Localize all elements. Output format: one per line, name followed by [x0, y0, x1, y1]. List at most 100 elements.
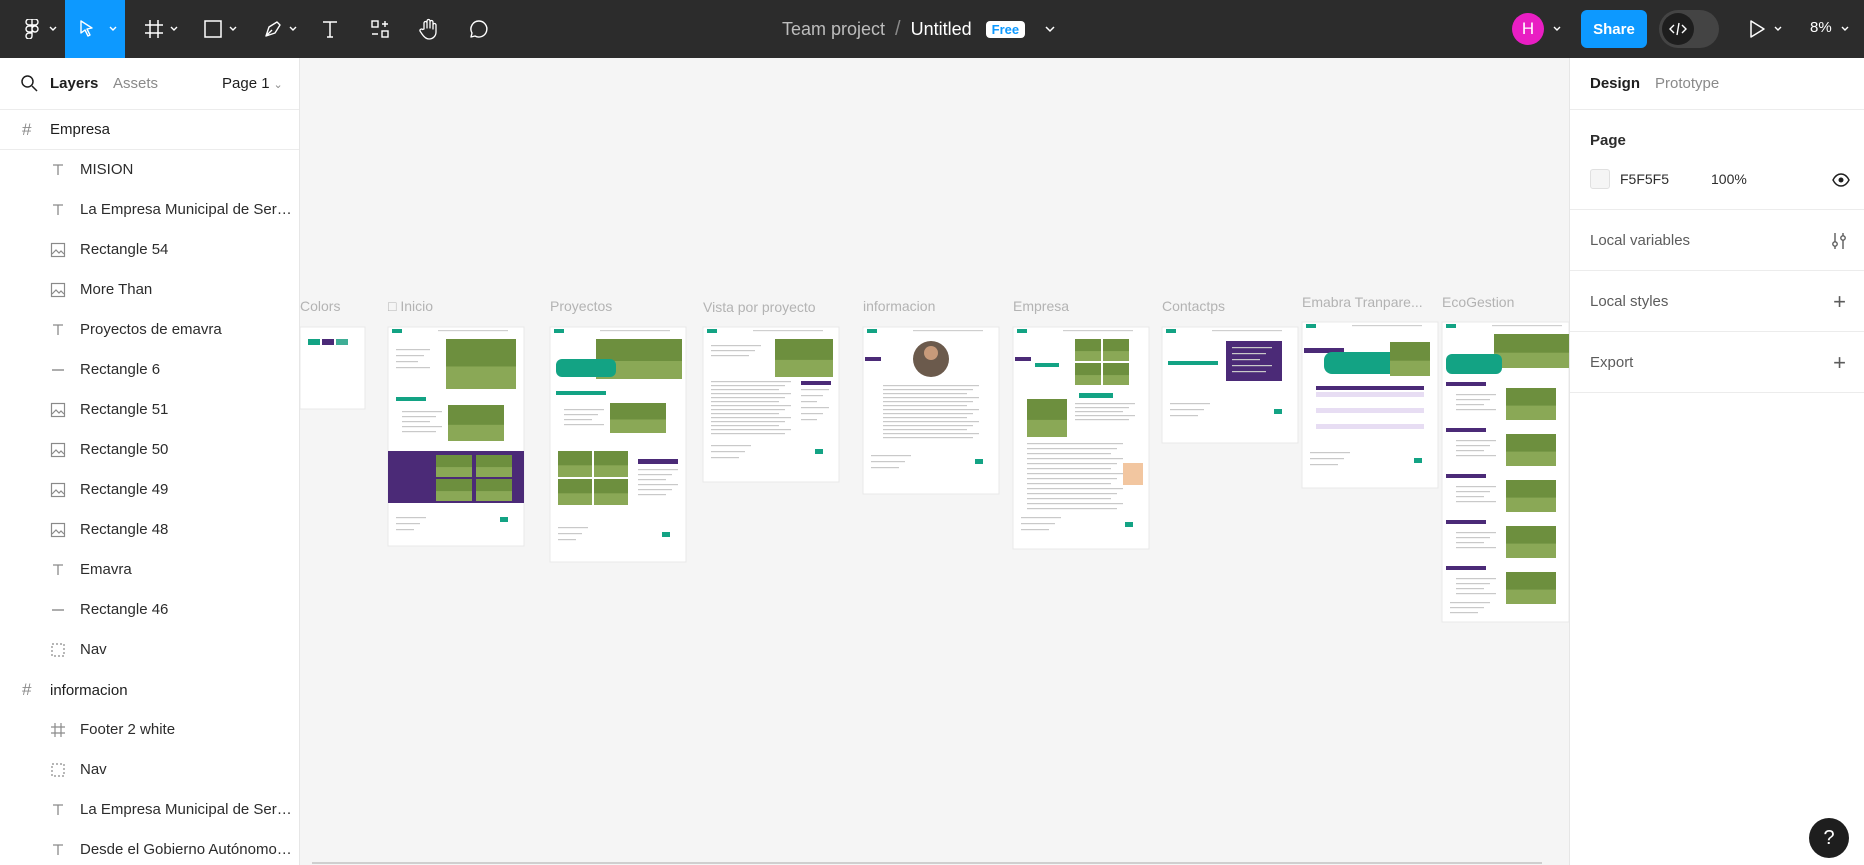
layer-name: Rectangle 46 — [80, 601, 169, 618]
layer-row[interactable]: Proyectos de emavra — [0, 310, 299, 350]
zoom-value: 8% — [1810, 19, 1832, 36]
layer-row[interactable]: Desde el Gobierno Autónomo ... — [0, 830, 299, 865]
layer-row[interactable]: Rectangle 46 — [0, 590, 299, 630]
thumb-logo — [1446, 324, 1456, 328]
thumb-text-line — [711, 381, 791, 383]
image-icon — [50, 282, 66, 298]
layer-row[interactable]: MISION — [0, 150, 299, 190]
canvas-frame-label[interactable]: informacion — [863, 298, 935, 314]
layer-name: La Empresa Municipal de Servicios... — [80, 201, 292, 218]
resources-tool-button[interactable] — [365, 0, 395, 58]
chevron-down-icon[interactable] — [1773, 25, 1783, 33]
thumb-text-line — [1456, 455, 1496, 457]
plan-badge[interactable]: Free — [985, 20, 1026, 38]
layer-row[interactable]: Emavra — [0, 550, 299, 590]
thumb-table-row — [1316, 432, 1424, 437]
canvas-frame-label[interactable]: Emabra Tranpare... — [1302, 294, 1423, 310]
layer-row[interactable]: Rectangle 50 — [0, 430, 299, 470]
canvas-frame-label[interactable]: Empresa — [1013, 298, 1069, 314]
thumb-photo-ground — [610, 419, 666, 433]
move-tool-button[interactable] — [65, 0, 125, 58]
thumb-button — [975, 459, 983, 464]
shape-tool-button[interactable] — [196, 0, 244, 58]
color-swatch — [308, 339, 320, 345]
layer-name: Rectangle 6 — [80, 361, 161, 378]
image-icon — [50, 522, 66, 538]
layer-row[interactable]: Rectangle 48 — [0, 510, 299, 550]
layer-row[interactable]: Rectangle 54 — [0, 230, 299, 270]
frame-tool-button[interactable] — [137, 0, 185, 58]
thumb-text-line — [396, 517, 426, 519]
page-selector[interactable]: Page 1 ⌄ — [222, 75, 283, 92]
layer-row[interactable]: More Than — [0, 270, 299, 310]
thumb-nav-links — [1352, 325, 1422, 327]
thumb-text-line — [711, 413, 779, 415]
thumb-text-line — [1027, 498, 1111, 500]
help-button[interactable]: ? — [1809, 818, 1849, 858]
local-variables-label: Local variables — [1590, 232, 1691, 249]
layer-row[interactable]: Rectangle 6 — [0, 350, 299, 390]
thumb-text-line — [1456, 547, 1496, 549]
tab-prototype[interactable]: Prototype — [1655, 75, 1719, 92]
tab-assets[interactable]: Assets — [113, 75, 158, 92]
search-icon[interactable] — [20, 74, 38, 92]
comment-tool-button[interactable] — [464, 0, 494, 58]
text-tool-button[interactable] — [315, 0, 345, 58]
local-variables-section[interactable]: Local variables — [1570, 210, 1864, 271]
layer-row[interactable]: Footer 2 white — [0, 710, 299, 750]
hand-tool-button[interactable] — [414, 0, 444, 58]
layer-row[interactable]: Nav — [0, 750, 299, 790]
canvas-frame-label[interactable]: Proyectos — [550, 298, 612, 314]
cursor-arrow-icon — [80, 20, 93, 37]
chevron-down-icon[interactable] — [1840, 25, 1850, 33]
main-menu-button[interactable] — [10, 0, 57, 58]
add-style-plus-icon[interactable]: + — [1833, 291, 1846, 313]
add-export-plus-icon[interactable]: + — [1833, 352, 1846, 374]
layer-row[interactable]: Rectangle 51 — [0, 390, 299, 430]
layer-row[interactable]: Nav — [0, 630, 299, 670]
canvas-frame-label[interactable]: EcoGestion — [1442, 294, 1514, 310]
canvas-frame-label[interactable]: Colors — [300, 298, 340, 314]
file-name[interactable]: Untitled — [911, 19, 972, 40]
text-icon — [50, 562, 66, 578]
canvas-frame-label[interactable]: □ Inicio — [388, 298, 433, 314]
present-play-icon[interactable] — [1748, 19, 1766, 39]
thumb-nav-links — [438, 330, 508, 332]
eye-icon[interactable] — [1832, 173, 1850, 187]
export-section[interactable]: Export + — [1570, 332, 1864, 393]
canvas-frame-label[interactable]: Contactps — [1162, 298, 1225, 314]
zoom-level[interactable]: 8% — [1810, 19, 1832, 36]
layer-row[interactable]: La Empresa Municipal de Servicios... — [0, 190, 299, 230]
layer-row[interactable]: Rectangle 49 — [0, 470, 299, 510]
layer-frame-row[interactable]: # Empresa — [0, 110, 299, 150]
canvas-frame-label[interactable]: Vista por proyecto — [703, 299, 816, 315]
pen-tool-button[interactable] — [256, 0, 304, 58]
chevron-down-icon[interactable] — [1552, 25, 1562, 33]
thumb-text-line — [1027, 493, 1117, 495]
layer-row[interactable]: La Empresa Municipal de Servicios... — [0, 790, 299, 830]
tab-layers[interactable]: Layers — [50, 75, 98, 92]
dev-mode-toggle[interactable] — [1659, 10, 1719, 48]
page-color-hex[interactable]: F5F5F5 — [1620, 171, 1669, 187]
horizontal-scrollbar[interactable] — [312, 862, 1542, 864]
design-canvas[interactable]: Colors □ Inicio Proyectos Vista por proyect… — [300, 58, 1569, 865]
thumb-text-line — [1021, 517, 1061, 519]
thumb-text-line — [711, 425, 779, 427]
avatar[interactable]: H — [1512, 13, 1544, 45]
thumb-nav-links — [753, 330, 823, 332]
page-color-swatch[interactable] — [1590, 169, 1610, 189]
variables-sliders-icon[interactable] — [1830, 231, 1848, 251]
thumb-photo-ground — [1506, 405, 1556, 420]
thumb-text-line — [883, 425, 973, 427]
share-button[interactable]: Share — [1581, 10, 1647, 48]
tab-design[interactable]: Design — [1590, 75, 1640, 92]
thumb-text-line — [711, 385, 785, 387]
local-styles-section[interactable]: Local styles + — [1570, 271, 1864, 332]
page-opacity[interactable]: 100% — [1711, 171, 1747, 187]
layer-frame-row[interactable]: # informacion — [0, 670, 299, 710]
team-name[interactable]: Team project — [782, 19, 885, 40]
text-icon — [50, 162, 66, 178]
thumb-button — [815, 449, 823, 454]
thumb-photo-ground — [436, 491, 472, 501]
chevron-down-icon[interactable] — [1043, 24, 1057, 34]
